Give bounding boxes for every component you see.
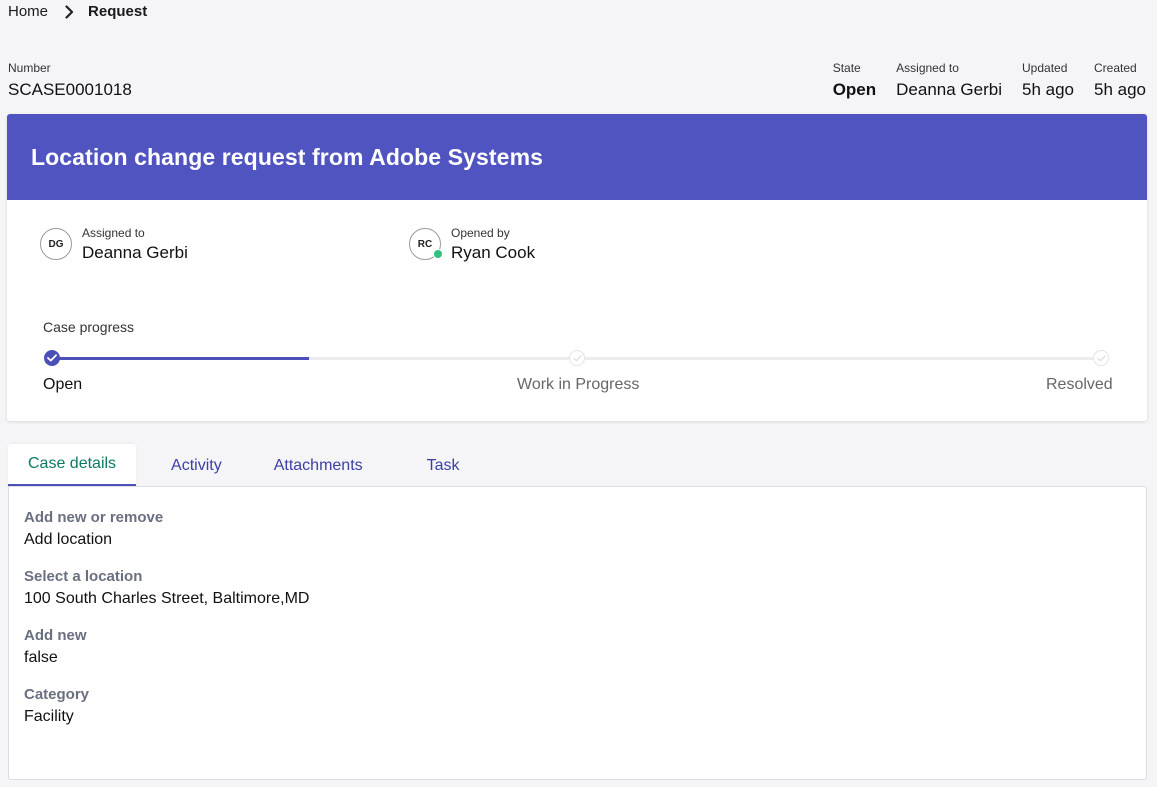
detail-field: Add new false <box>24 627 1131 667</box>
meta-state-label: State <box>832 61 861 75</box>
step-label-resolved: Resolved <box>1046 376 1113 393</box>
opened-by-name: Ryan Cook <box>451 243 536 262</box>
tab-attachments[interactable]: Attachments <box>274 444 363 487</box>
meta-state: State Open <box>833 61 876 100</box>
opened-by-label: Opened by <box>451 226 510 240</box>
step-label-work-in-progress: Work in Progress <box>517 376 640 393</box>
meta-created-value: 5h ago <box>1094 80 1146 99</box>
detail-label: Add new or remove <box>24 509 164 526</box>
meta-assigned-value: Deanna Gerbi <box>896 80 1002 99</box>
meta-created: Created 5h ago <box>1094 61 1146 100</box>
case-number-block: Number SCASE0001018 <box>8 61 132 100</box>
detail-value: 100 South Charles Street, Baltimore,MD <box>24 590 310 607</box>
detail-field: Category Facility <box>24 686 1131 726</box>
assigned-to-name: Deanna Gerbi <box>82 243 188 262</box>
breadcrumb: Home Request <box>8 3 147 20</box>
tab-task[interactable]: Task <box>427 444 460 487</box>
step-label-open: Open <box>43 376 83 393</box>
assigned-to-label: Assigned to <box>82 226 145 240</box>
meta-created-label: Created <box>1094 61 1137 75</box>
chevron-right-icon <box>65 4 74 19</box>
detail-field: Add new or remove Add location <box>24 509 1131 549</box>
breadcrumb-home-link[interactable]: Home <box>8 3 48 20</box>
breadcrumb-current: Request <box>88 3 148 20</box>
case-meta: State Open Assigned to Deanna Gerbi Upda… <box>833 61 1146 100</box>
case-title: Location change request from Adobe Syste… <box>31 143 544 170</box>
detail-label: Select a location <box>24 568 143 585</box>
opened-by-person: RC Opened by Ryan Cook <box>409 226 536 263</box>
meta-updated-value: 5h ago <box>1022 80 1074 99</box>
avatar[interactable]: RC <box>409 228 443 260</box>
step-open-check-icon <box>44 350 60 366</box>
case-tabs: Case details Activity Attachments Task <box>8 444 460 487</box>
detail-value: Facility <box>24 708 74 725</box>
tab-activity[interactable]: Activity <box>171 444 222 487</box>
detail-label: Category <box>24 686 90 703</box>
tab-case-details[interactable]: Case details <box>8 444 137 487</box>
meta-updated-label: Updated <box>1022 61 1068 75</box>
detail-value: false <box>24 649 58 666</box>
avatar-initials: DG <box>48 238 64 250</box>
meta-assigned-label: Assigned to <box>896 61 959 75</box>
online-status-icon <box>433 249 443 259</box>
case-summary-card: Location change request from Adobe Syste… <box>7 114 1147 421</box>
case-progress-title: Case progress <box>43 319 135 335</box>
avatar-initials: RC <box>417 238 433 250</box>
meta-assigned: Assigned to Deanna Gerbi <box>896 61 1002 100</box>
case-title-banner: Location change request from Adobe Syste… <box>7 114 1147 200</box>
avatar[interactable]: DG <box>40 228 72 260</box>
detail-value: Add location <box>24 531 113 548</box>
step-resolved-check-icon <box>1093 350 1109 366</box>
detail-field: Select a location 100 South Charles Stre… <box>24 568 1131 608</box>
step-wip-check-icon <box>569 350 585 366</box>
case-number-label: Number <box>8 61 51 75</box>
meta-state-value: Open <box>832 80 877 99</box>
meta-updated: Updated 5h ago <box>1022 61 1074 100</box>
case-number: SCASE0001018 <box>8 80 132 99</box>
progress-track-fill <box>51 357 309 360</box>
detail-label: Add new <box>24 627 87 644</box>
assigned-to-person: DG Assigned to Deanna Gerbi <box>40 226 188 263</box>
case-details-panel: Add new or remove Add location Select a … <box>8 486 1147 780</box>
